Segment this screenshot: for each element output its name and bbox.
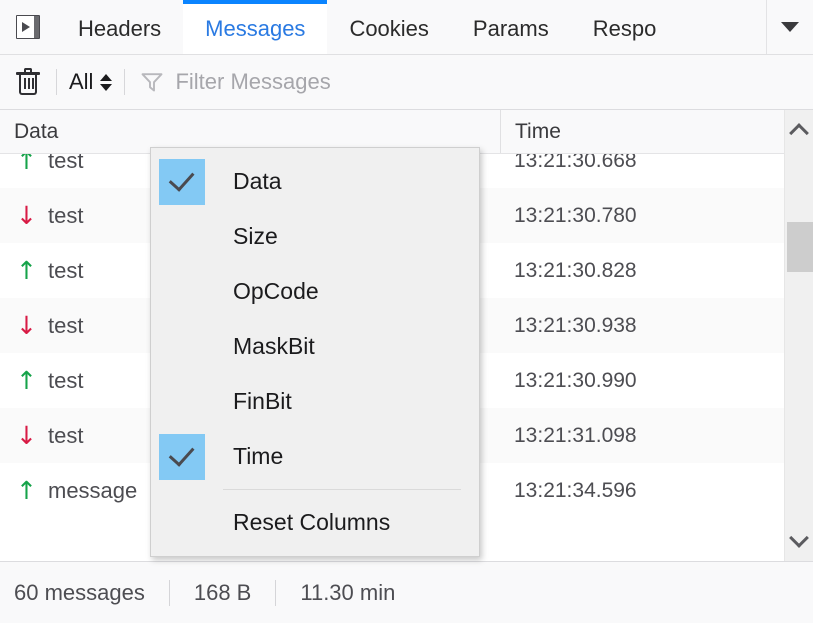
menu-item-reset-columns[interactable]: Reset Columns bbox=[151, 495, 479, 550]
menu-item-finbit-label: FinBit bbox=[233, 388, 292, 414]
status-total-size: 168 B bbox=[193, 579, 252, 605]
menu-item-time-checkbox[interactable] bbox=[155, 429, 209, 484]
tab-overflow-button[interactable] bbox=[766, 0, 813, 54]
row-data-text: message bbox=[48, 477, 138, 503]
up-down-arrows-icon bbox=[100, 73, 113, 91]
row-time-cell: 13:21:31.098 bbox=[514, 423, 637, 447]
menu-item-maskbit[interactable]: MaskBit bbox=[151, 319, 479, 374]
clear-messages-button[interactable] bbox=[0, 55, 56, 109]
tab-response-label: Respo bbox=[592, 16, 657, 41]
row-data-text: test bbox=[48, 312, 84, 338]
tab-headers[interactable]: Headers bbox=[56, 0, 183, 54]
row-data-text: test bbox=[48, 202, 84, 228]
row-time-cell: 13:21:30.938 bbox=[514, 313, 637, 337]
chevron-down-icon bbox=[789, 528, 809, 548]
vertical-scrollbar[interactable] bbox=[784, 110, 813, 561]
scrollbar-down-button[interactable] bbox=[785, 523, 813, 557]
tab-messages-label: Messages bbox=[205, 16, 306, 41]
menu-item-finbit[interactable]: FinBit bbox=[151, 374, 479, 429]
menu-item-data-label: Data bbox=[233, 168, 282, 194]
menu-item-time[interactable]: Time bbox=[151, 429, 479, 484]
menu-item-opcode-checkbox[interactable] bbox=[155, 264, 209, 319]
row-time-cell: 13:21:30.668 bbox=[514, 154, 637, 172]
tab-params-label: Params bbox=[472, 16, 549, 41]
menu-item-data[interactable]: Data bbox=[151, 154, 479, 209]
tab-params[interactable]: Params bbox=[451, 0, 571, 54]
tab-messages[interactable]: Messages bbox=[183, 0, 328, 54]
tab-response[interactable]: Respo bbox=[571, 0, 679, 54]
column-header-data-label: Data bbox=[14, 119, 59, 143]
row-data-text: test bbox=[48, 257, 84, 283]
menu-item-time-label: Time bbox=[233, 443, 284, 469]
row-data-text: test bbox=[48, 367, 84, 393]
funnel-icon bbox=[141, 72, 163, 92]
tab-cookies[interactable]: Cookies bbox=[327, 0, 450, 54]
row-data-text: test bbox=[48, 422, 84, 448]
column-header-time[interactable]: Time bbox=[500, 110, 772, 153]
menu-separator bbox=[223, 489, 461, 490]
message-type-select-value: All bbox=[69, 69, 94, 94]
checkmark-icon bbox=[159, 433, 205, 480]
filter-messages-placeholder: Filter Messages bbox=[175, 69, 331, 94]
arrow-up-icon: ↑ bbox=[16, 154, 37, 175]
scrollbar-thumb[interactable] bbox=[787, 222, 813, 272]
menu-item-reset-columns-checkbox bbox=[155, 495, 209, 550]
row-time-cell: 13:21:34.596 bbox=[514, 478, 637, 502]
menu-item-maskbit-label: MaskBit bbox=[233, 333, 315, 359]
status-duration: 11.30 min bbox=[300, 579, 396, 605]
menu-item-data-checkbox[interactable] bbox=[155, 154, 209, 209]
menu-item-opcode[interactable]: OpCode bbox=[151, 264, 479, 319]
arrow-down-icon: ↓ bbox=[16, 421, 37, 450]
tab-cookies-label: Cookies bbox=[349, 16, 429, 41]
menu-item-maskbit-checkbox[interactable] bbox=[155, 319, 209, 374]
filter-messages-input[interactable]: Filter Messages bbox=[125, 55, 813, 109]
row-time-cell: 13:21:30.828 bbox=[514, 258, 637, 282]
row-time-cell: 13:21:30.780 bbox=[514, 203, 637, 227]
status-bar: 60 messages 168 B 11.30 min bbox=[0, 561, 813, 623]
column-visibility-context-menu: Data Size OpCode MaskBit FinBit Time Res… bbox=[150, 147, 480, 557]
trash-icon bbox=[16, 68, 40, 96]
devtools-tab-bar: Headers Messages Cookies Params Respo bbox=[0, 0, 813, 55]
arrow-down-icon: ↓ bbox=[16, 311, 37, 340]
arrow-up-icon: ↑ bbox=[16, 256, 37, 285]
panel-toggle-button[interactable] bbox=[0, 0, 56, 54]
row-data-text: test bbox=[48, 154, 84, 173]
menu-item-size-checkbox[interactable] bbox=[155, 209, 209, 264]
row-time-cell: 13:21:30.990 bbox=[514, 368, 637, 392]
arrow-down-icon: ↓ bbox=[16, 201, 37, 230]
arrow-up-icon: ↑ bbox=[16, 366, 37, 395]
message-type-select[interactable]: All bbox=[57, 55, 124, 109]
tab-headers-label: Headers bbox=[78, 16, 162, 41]
menu-item-size-label: Size bbox=[233, 223, 278, 249]
arrow-up-icon: ↑ bbox=[16, 476, 37, 505]
panel-toggle-icon bbox=[16, 15, 40, 39]
menu-item-finbit-checkbox[interactable] bbox=[155, 374, 209, 429]
column-header-time-label: Time bbox=[515, 119, 561, 143]
menu-item-reset-columns-label: Reset Columns bbox=[233, 509, 391, 535]
chevron-up-icon bbox=[789, 123, 809, 143]
checkmark-icon bbox=[159, 158, 205, 205]
menu-item-opcode-label: OpCode bbox=[233, 278, 319, 304]
status-message-count: 60 messages bbox=[14, 579, 145, 605]
messages-toolbar: All Filter Messages bbox=[0, 55, 813, 110]
menu-item-size[interactable]: Size bbox=[151, 209, 479, 264]
scrollbar-up-button[interactable] bbox=[785, 114, 813, 148]
caret-down-icon bbox=[781, 22, 799, 32]
